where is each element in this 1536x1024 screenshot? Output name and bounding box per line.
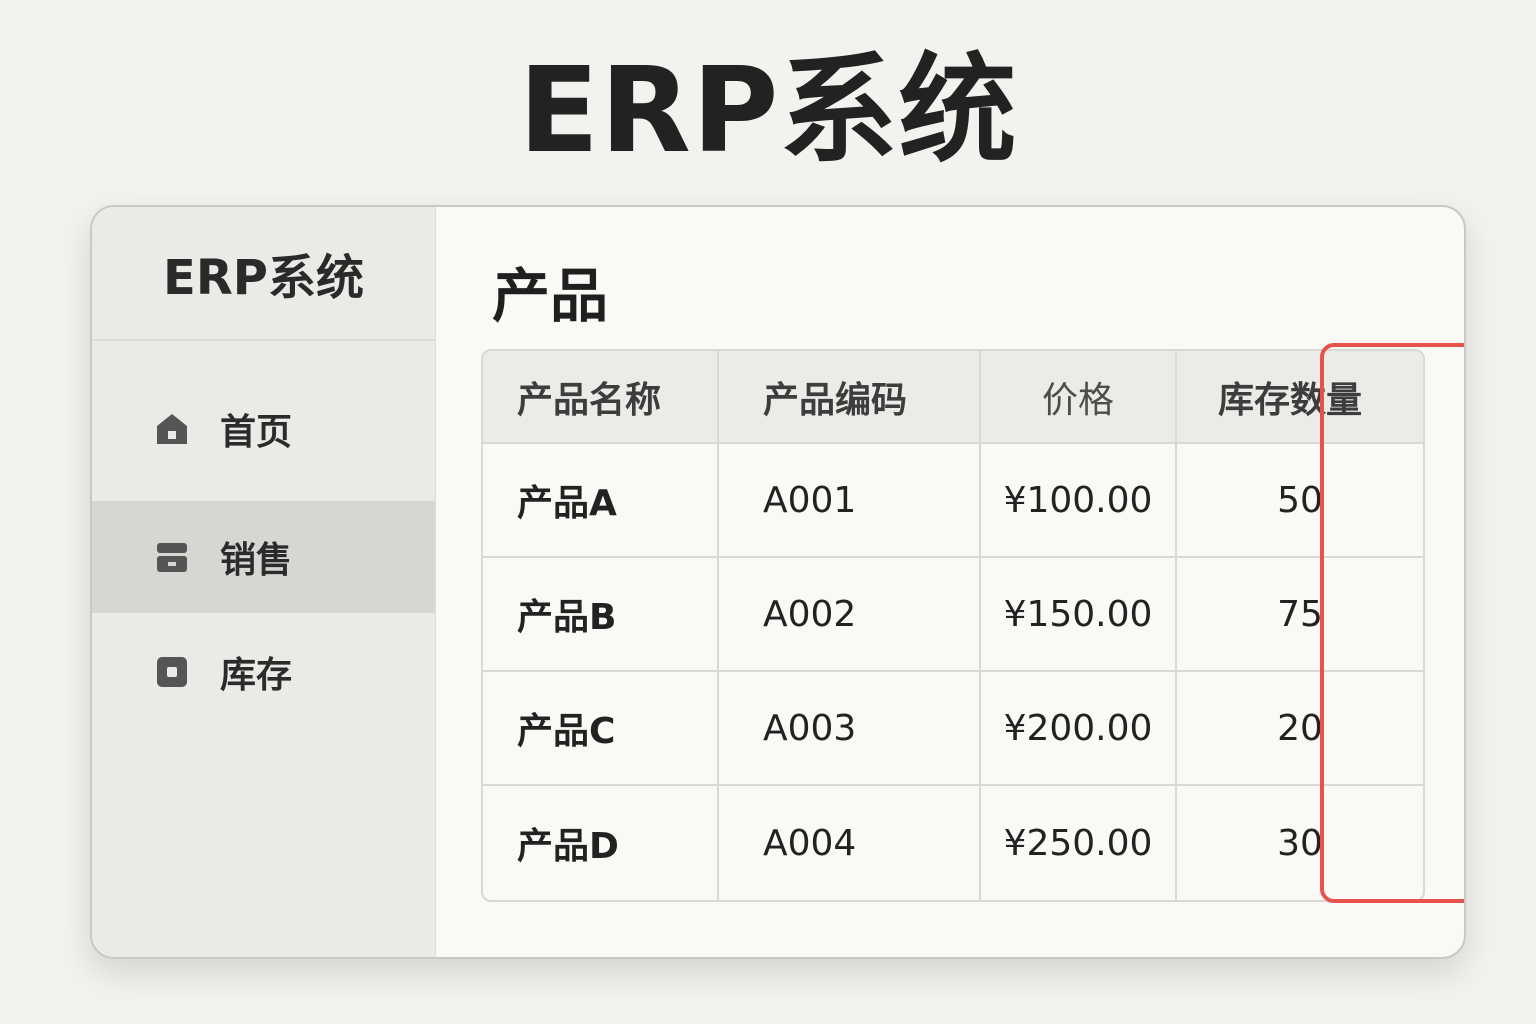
sidebar-item-label: 首页 bbox=[220, 412, 293, 453]
table-row[interactable]: 产品C A003 ¥200.00 20 bbox=[483, 672, 1423, 786]
column-header-price[interactable]: 价格 bbox=[981, 351, 1177, 442]
main-content: 产品 产品名称 产品编码 价格 库存数量 产品A A001 ¥100.00 50… bbox=[436, 207, 1464, 957]
page-title: ERP系统 bbox=[518, 41, 1018, 179]
sidebar-item-inventory[interactable]: 库存 bbox=[92, 616, 435, 728]
table-row[interactable]: 产品B A002 ¥150.00 75 bbox=[483, 558, 1423, 672]
home-icon bbox=[157, 414, 187, 444]
stock-cell: 30 bbox=[1277, 822, 1323, 864]
product-name-cell: 产品B bbox=[483, 558, 719, 670]
table-row[interactable]: 产品D A004 ¥250.00 30 bbox=[483, 786, 1423, 900]
sidebar: ERP系统 首页 销售 库存 bbox=[92, 207, 436, 957]
erp-window: ERP系统 首页 销售 库存 产品 产品名称 产品编码 价格 库存数量 产品A … bbox=[90, 205, 1466, 959]
sidebar-brand: ERP系统 bbox=[92, 207, 435, 341]
product-name-cell: 产品A bbox=[483, 444, 719, 556]
column-header-product-name[interactable]: 产品名称 bbox=[483, 351, 719, 442]
sidebar-item-label: 库存 bbox=[220, 655, 293, 696]
product-name-cell: 产品D bbox=[483, 786, 719, 900]
price-cell: ¥200.00 bbox=[981, 672, 1177, 784]
product-code-cell: A004 bbox=[719, 786, 981, 900]
table-row[interactable]: 产品A A001 ¥100.00 50 bbox=[483, 444, 1423, 558]
products-table: 产品名称 产品编码 价格 库存数量 产品A A001 ¥100.00 50 产品… bbox=[481, 349, 1425, 902]
column-header-stock[interactable]: 库存数量 bbox=[1177, 351, 1423, 442]
stock-cell: 50 bbox=[1277, 479, 1323, 521]
product-code-cell: A002 bbox=[719, 558, 981, 670]
price-cell: ¥150.00 bbox=[981, 558, 1177, 670]
column-header-product-code[interactable]: 产品编码 bbox=[719, 351, 981, 442]
sidebar-item-sales[interactable]: 销售 bbox=[92, 501, 435, 613]
price-cell: ¥250.00 bbox=[981, 786, 1177, 900]
sidebar-item-label: 销售 bbox=[220, 540, 293, 581]
product-code-cell: A003 bbox=[719, 672, 981, 784]
stock-cell: 20 bbox=[1277, 707, 1323, 749]
sales-icon bbox=[157, 543, 187, 572]
price-cell: ¥100.00 bbox=[981, 444, 1177, 556]
stock-cell: 75 bbox=[1277, 593, 1323, 635]
section-title: 产品 bbox=[492, 262, 609, 330]
table-header-row: 产品名称 产品编码 价格 库存数量 bbox=[483, 351, 1423, 444]
sidebar-item-home[interactable]: 首页 bbox=[92, 373, 435, 485]
product-code-cell: A001 bbox=[719, 444, 981, 556]
inventory-icon bbox=[157, 657, 187, 687]
product-name-cell: 产品C bbox=[483, 672, 719, 784]
